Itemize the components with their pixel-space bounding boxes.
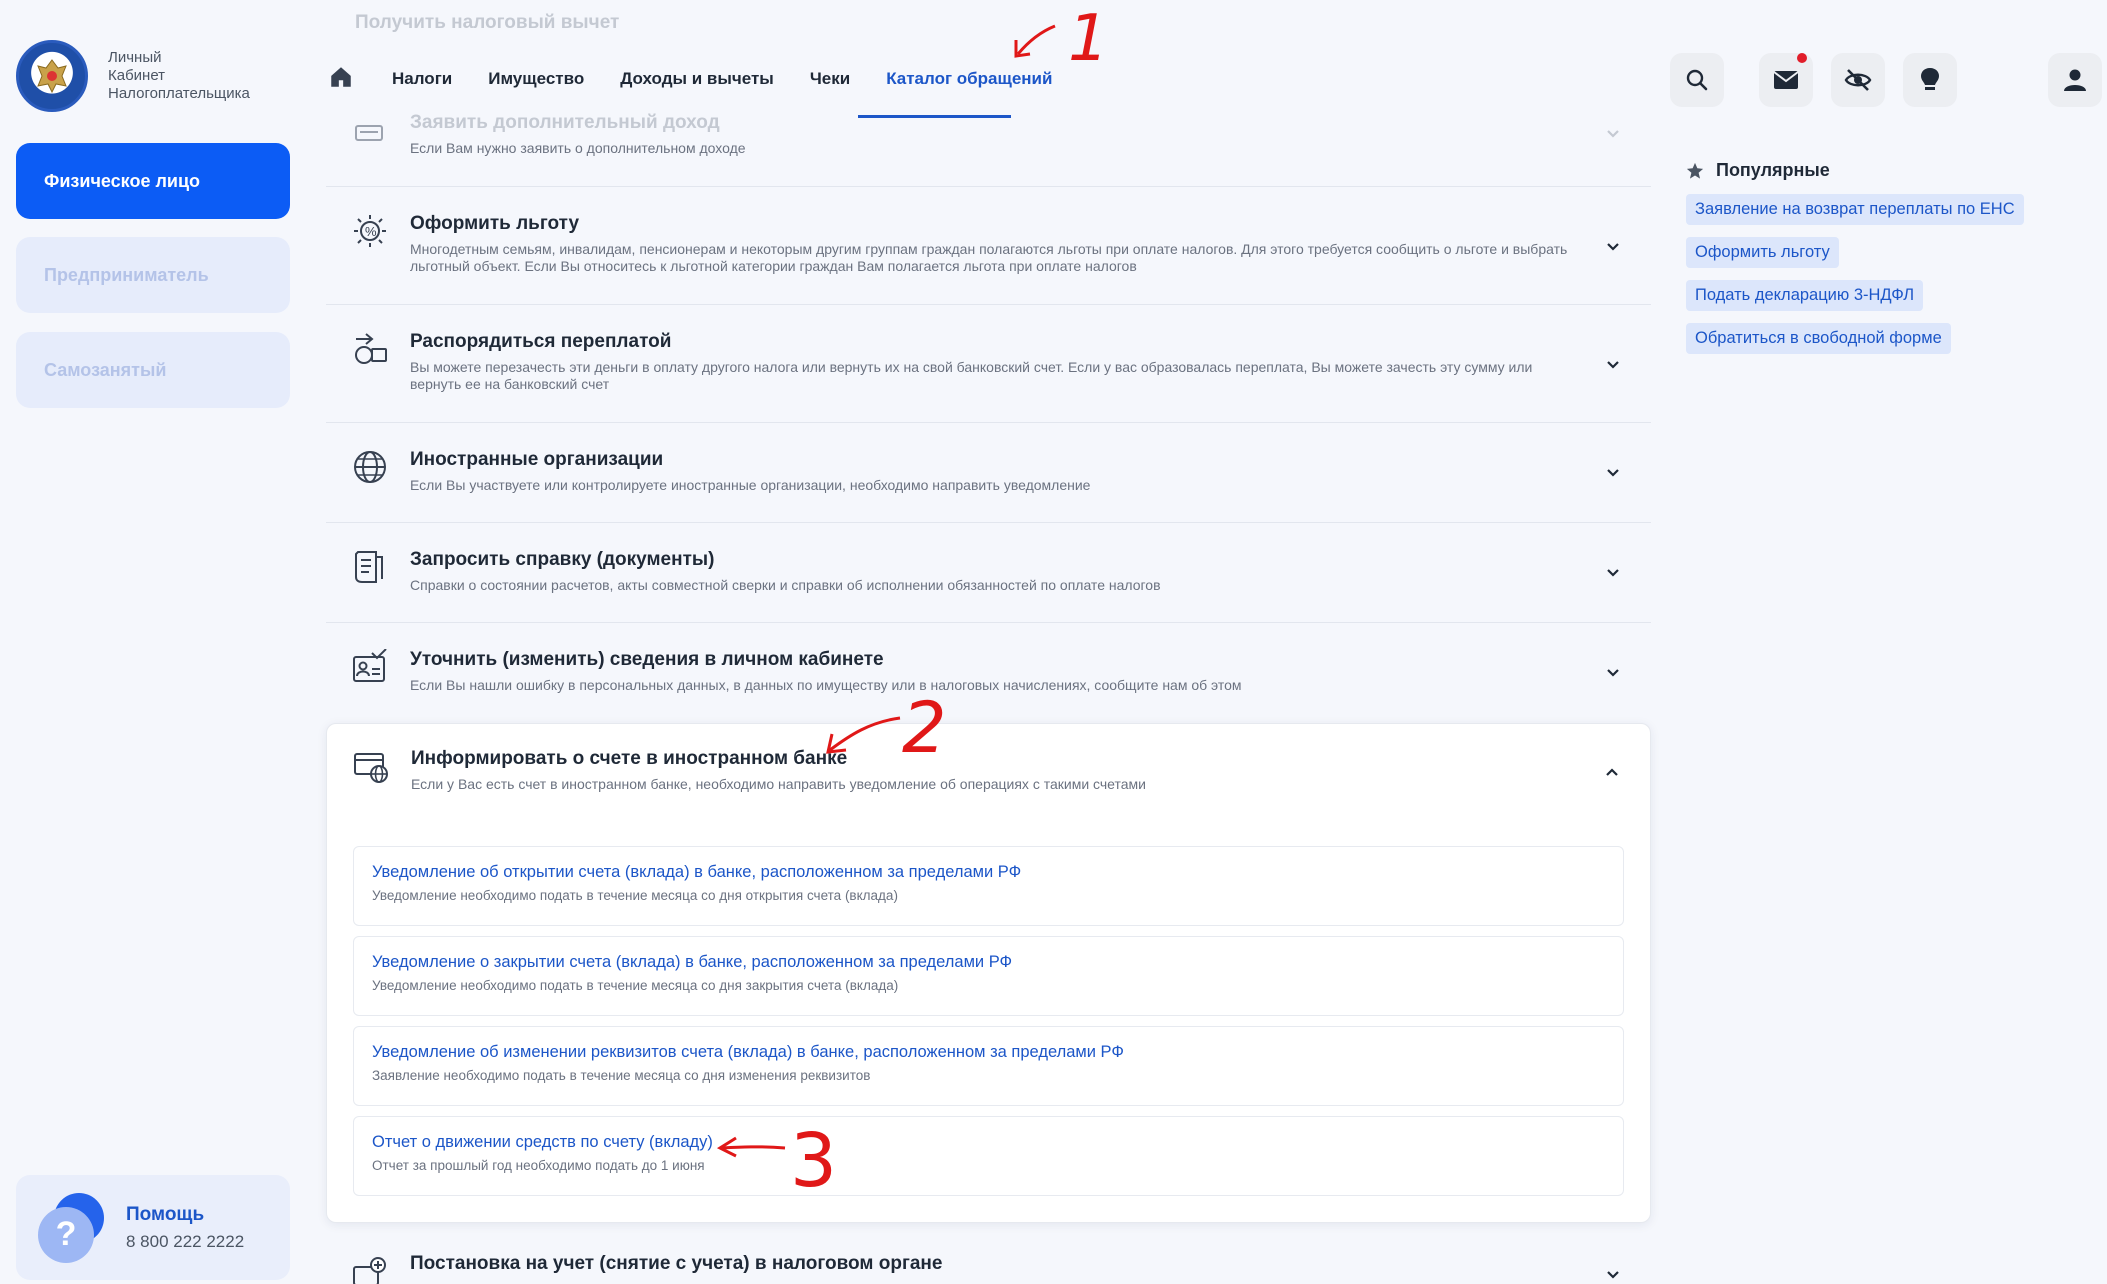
appeal-link[interactable]: Уведомление о закрытии счета (вклада) в … <box>372 953 1605 972</box>
row-desc: Если Вы нашли ошибку в персональных данн… <box>410 677 1242 693</box>
chevron-down-icon[interactable] <box>1605 357 1621 373</box>
logo-line: Кабинет <box>108 67 166 84</box>
appeal-link-desc: Уведомление необходимо подать в течение … <box>372 978 899 993</box>
logo-caption: Личный Кабинет Налогоплательщика <box>108 49 258 103</box>
help-title[interactable]: Помощь <box>126 1204 244 1226</box>
svg-text:%: % <box>365 224 377 239</box>
popular-title: Популярные <box>1716 160 1830 180</box>
help-phone[interactable]: 8 800 222 2222 <box>126 1232 244 1252</box>
appeal-link-item[interactable]: Уведомление о закрытии счета (вклада) в … <box>353 936 1624 1016</box>
catalog-row[interactable]: % Оформить льготу Многодетным семьям, ин… <box>326 187 1651 305</box>
eye-off-icon <box>1844 69 1872 91</box>
row-title: Заявить дополнительный доход <box>410 112 720 133</box>
popular-chip[interactable]: Оформить льготу <box>1686 237 1839 268</box>
appeal-link-desc: Заявление необходимо подать в течение ме… <box>372 1068 871 1083</box>
user-icon <box>2064 69 2086 91</box>
appeal-link-item[interactable]: Уведомление об изменении реквизитов счет… <box>353 1026 1624 1106</box>
nav-property[interactable]: Имущество <box>488 69 584 89</box>
chevron-up-icon[interactable] <box>1604 764 1620 780</box>
category-selfemployed-button[interactable]: Самозанятый <box>16 332 290 408</box>
catalog-row[interactable]: Уточнить (изменить) сведения в личном ка… <box>326 623 1651 723</box>
appeal-link[interactable]: Уведомление об открытии счета (вклада) в… <box>372 863 1605 882</box>
row-desc: Если Вы участвуете или контролируете ино… <box>410 477 1091 493</box>
row-desc: Справки о состоянии расчетов, акты совме… <box>410 577 1161 593</box>
appeals-catalog: Заявить дополнительный доход Если Вам ну… <box>326 100 1651 1284</box>
help-icon: ? <box>38 1192 110 1263</box>
row-desc: Многодетным семьям, инвалидам, пенсионер… <box>410 241 1568 274</box>
logo-line: Личный <box>108 49 162 66</box>
income-icon <box>352 112 388 148</box>
tips-button[interactable] <box>1903 53 1957 107</box>
help-card[interactable]: ? Помощь 8 800 222 2222 <box>16 1175 290 1280</box>
chevron-down-icon[interactable] <box>1605 465 1621 481</box>
profile-edit-icon <box>352 649 388 685</box>
row-desc: Если Вам нужно заявить о дополнительном … <box>410 140 746 156</box>
popular-panel: Популярные Заявление на возврат переплат… <box>1686 160 2024 366</box>
notification-dot <box>1797 53 1807 63</box>
popular-chip[interactable]: Подать декларацию 3-НДФЛ <box>1686 280 1924 311</box>
nav-catalog[interactable]: Каталог обращений <box>886 69 1052 89</box>
popular-header: Популярные <box>1686 160 2024 181</box>
foreign-bank-section: Информировать о счете в иностранном банк… <box>326 723 1651 1223</box>
section-title: Информировать о счете в иностранном банк… <box>411 748 848 769</box>
catalog-row[interactable]: Распорядиться переплатой Вы можете перез… <box>326 305 1651 423</box>
chevron-down-icon[interactable] <box>1605 126 1621 142</box>
messages-button[interactable] <box>1759 53 1813 107</box>
row-title: Постановка на учет (снятие с учета) в на… <box>410 1253 943 1274</box>
main-nav: Налоги Имущество Доходы и вычеты Чеки Ка… <box>328 60 1088 98</box>
chevron-down-icon[interactable] <box>1605 665 1621 681</box>
appeal-link-desc: Отчет за прошлый год необходимо подать д… <box>372 1158 705 1173</box>
row-title: Запросить справку (документы) <box>410 549 715 570</box>
row-title: Оформить льготу <box>410 213 580 234</box>
nav-taxes[interactable]: Налоги <box>392 69 452 89</box>
popular-chip[interactable]: Заявление на возврат переплаты по ЕНС <box>1686 194 2024 225</box>
catalog-row[interactable]: Запросить справку (документы) Справки о … <box>326 523 1651 623</box>
foreign-bank-header[interactable]: Информировать о счете в иностранном банк… <box>353 724 1624 846</box>
appeal-link-desc: Уведомление необходимо подать в течение … <box>372 888 898 903</box>
chevron-down-icon[interactable] <box>1605 239 1621 255</box>
globe-icon <box>352 449 388 485</box>
profile-button[interactable] <box>2048 53 2102 107</box>
document-icon <box>352 549 388 585</box>
appeal-link-item[interactable]: Отчет о движении средств по счету (вклад… <box>353 1116 1624 1196</box>
appeal-link-item[interactable]: Уведомление об открытии счета (вклада) в… <box>353 846 1624 926</box>
category-entrepreneur-button[interactable]: Предприниматель <box>16 237 290 313</box>
row-title: Уточнить (изменить) сведения в личном ка… <box>410 649 884 670</box>
faded-scrolled-item: Получить налоговый вычет <box>355 12 620 33</box>
search-button[interactable] <box>1670 53 1724 107</box>
home-icon[interactable] <box>328 64 358 94</box>
benefit-icon: % <box>352 213 388 249</box>
refund-icon <box>352 331 388 367</box>
foreign-bank-icon <box>353 748 389 784</box>
catalog-row[interactable]: Постановка на учет (снятие с учета) в на… <box>326 1223 1651 1284</box>
appeal-link[interactable]: Отчет о движении средств по счету (вклад… <box>372 1133 1605 1152</box>
nav-receipts[interactable]: Чеки <box>810 69 850 89</box>
chevron-down-icon[interactable] <box>1605 1267 1621 1283</box>
logo[interactable]: Личный Кабинет Налогоплательщика <box>16 40 258 112</box>
popular-chip[interactable]: Обратиться в свободной форме <box>1686 323 1951 354</box>
row-title: Распорядиться переплатой <box>410 331 672 352</box>
chevron-down-icon[interactable] <box>1605 565 1621 581</box>
nav-income[interactable]: Доходы и вычеты <box>620 69 774 89</box>
category-individual-button[interactable]: Физическое лицо <box>16 143 290 219</box>
visually-impaired-button[interactable] <box>1831 53 1885 107</box>
search-icon <box>1686 69 1708 91</box>
row-desc: Вы можете перезачесть эти деньги в оплат… <box>410 359 1533 392</box>
row-title: Иностранные организации <box>410 449 664 470</box>
sidebar: Личный Кабинет Налогоплательщика Физичес… <box>0 0 310 1284</box>
mail-icon <box>1773 71 1799 89</box>
bulb-icon <box>1921 68 1939 90</box>
catalog-row[interactable]: Иностранные организации Если Вы участвуе… <box>326 423 1651 523</box>
registration-icon <box>352 1253 388 1284</box>
star-icon <box>1686 162 1704 179</box>
section-desc: Если у Вас есть счет в иностранном банке… <box>411 776 1146 792</box>
catalog-row[interactable]: Заявить дополнительный доход Если Вам ну… <box>326 100 1651 187</box>
fns-emblem-icon <box>16 40 88 112</box>
logo-line: Налогоплательщика <box>108 85 250 102</box>
appeal-link[interactable]: Уведомление об изменении реквизитов счет… <box>372 1043 1605 1062</box>
